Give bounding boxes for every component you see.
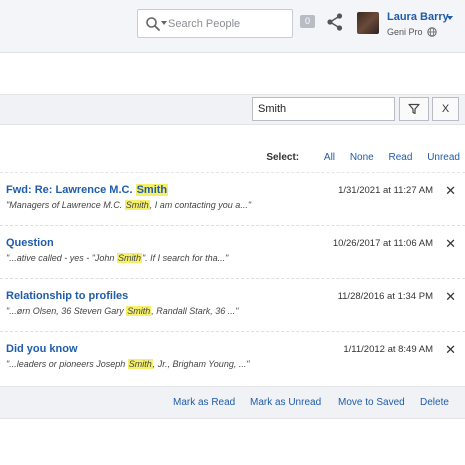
search-highlight: Smith — [126, 306, 152, 316]
message-subject[interactable]: Question — [6, 237, 54, 249]
message-row[interactable]: Question "...ative called - yes - "John … — [0, 225, 465, 278]
top-header: 0 Laura Barry Geni Pro — [0, 0, 465, 53]
snippet-text: "...ative called - yes - "John — [6, 253, 117, 263]
snippet-text: ". If I search for tha..." — [141, 253, 229, 263]
user-plan: Geni Pro — [387, 27, 423, 37]
notification-badge[interactable]: 0 — [300, 15, 315, 28]
subject-text: Fwd: Re: Lawrence M.C. — [6, 184, 136, 196]
subject-text: Did you know — [6, 343, 78, 355]
globe-icon — [427, 27, 437, 37]
message-row[interactable]: Fwd: Re: Lawrence M.C. Smith "Managers o… — [0, 172, 465, 225]
mark-as-unread-button[interactable]: Mark as Unread — [250, 397, 321, 408]
close-icon[interactable]: ✕ — [445, 343, 456, 356]
snippet-text: , I am contacting you a..." — [149, 200, 252, 210]
bulk-action-bar: Mark as Read Mark as Unread Move to Save… — [0, 386, 465, 419]
message-date: 1/11/2012 at 8:49 AM — [343, 344, 433, 355]
message-search-input[interactable] — [252, 97, 395, 121]
close-icon[interactable]: ✕ — [445, 290, 456, 303]
close-icon[interactable]: ✕ — [445, 184, 456, 197]
message-row[interactable]: Relationship to profiles "...ørn Olsen, … — [0, 278, 465, 331]
select-all-link[interactable]: All — [324, 152, 335, 163]
message-row[interactable]: Did you know "...leaders or pioneers Jos… — [0, 331, 465, 384]
select-none-link[interactable]: None — [350, 152, 374, 163]
snippet-text: "Managers of Lawrence M.C. — [6, 200, 125, 210]
search-highlight: Smith — [127, 359, 153, 369]
message-snippet: "Managers of Lawrence M.C. Smith, I am c… — [6, 200, 251, 210]
avatar[interactable] — [357, 12, 379, 34]
filter-button[interactable] — [399, 97, 429, 121]
people-search-box[interactable] — [137, 9, 293, 38]
search-icon[interactable] — [145, 16, 161, 32]
chevron-down-icon[interactable] — [161, 21, 167, 25]
mark-as-read-button[interactable]: Mark as Read — [173, 397, 235, 408]
message-subject[interactable]: Fwd: Re: Lawrence M.C. Smith — [6, 184, 169, 196]
message-date: 11/28/2016 at 1:34 PM — [337, 291, 433, 302]
select-options: Select: All None Read Unread — [266, 152, 460, 163]
select-label: Select: — [266, 152, 300, 163]
select-unread-link[interactable]: Unread — [427, 152, 460, 163]
message-list: Fwd: Re: Lawrence M.C. Smith "Managers o… — [0, 172, 465, 384]
select-read-link[interactable]: Read — [389, 152, 413, 163]
clear-filter-button[interactable]: X — [432, 97, 459, 121]
subject-text: Question — [6, 237, 54, 249]
message-filter-bar: X — [0, 94, 465, 125]
delete-button[interactable]: Delete — [420, 397, 449, 408]
move-to-saved-button[interactable]: Move to Saved — [338, 397, 405, 408]
snippet-text: , Randall Stark, 36 ..." — [151, 306, 239, 316]
message-subject[interactable]: Did you know — [6, 343, 78, 355]
search-people-input[interactable] — [168, 14, 288, 34]
chevron-down-icon[interactable] — [447, 16, 453, 20]
share-icon[interactable] — [326, 12, 344, 32]
message-subject[interactable]: Relationship to profiles — [6, 290, 128, 302]
filter-icon — [408, 103, 420, 115]
message-snippet: "...leaders or pioneers Joseph Smith, Jr… — [6, 359, 250, 369]
snippet-text: "...ørn Olsen, 36 Steven Gary — [6, 306, 127, 316]
snippet-text: , Jr., Brigham Young, ..." — [152, 359, 250, 369]
message-date: 10/26/2017 at 11:06 AM — [332, 238, 433, 249]
message-snippet: "...ørn Olsen, 36 Steven Gary Smith, Ran… — [6, 306, 239, 316]
message-snippet: "...ative called - yes - "John Smith". I… — [6, 253, 228, 263]
snippet-text: "...leaders or pioneers Joseph — [6, 359, 128, 369]
search-highlight: Smith — [124, 200, 150, 210]
search-highlight: Smith — [135, 184, 169, 196]
message-date: 1/31/2021 at 11:27 AM — [338, 185, 433, 196]
user-name-link[interactable]: Laura Barry — [387, 11, 449, 23]
search-highlight: Smith — [116, 253, 142, 263]
subject-text: Relationship to profiles — [6, 290, 129, 302]
close-icon[interactable]: ✕ — [445, 237, 456, 250]
